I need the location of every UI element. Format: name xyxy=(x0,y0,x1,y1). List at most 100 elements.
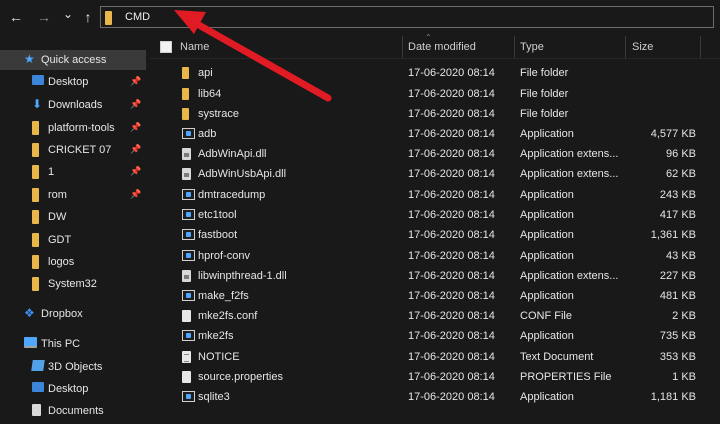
file-date: 17-06-2020 08:14 xyxy=(408,168,495,180)
file-date: 17-06-2020 08:14 xyxy=(408,310,495,322)
column-divider[interactable] xyxy=(625,36,626,58)
folder-icon xyxy=(32,255,39,269)
file-name: lib64 xyxy=(198,88,222,100)
sidebar-item-documents[interactable]: Documents xyxy=(0,401,146,421)
document-icon xyxy=(32,404,41,416)
column-divider[interactable] xyxy=(402,36,403,58)
file-row[interactable]: source.properties 17-06-2020 08:14 PROPE… xyxy=(150,367,720,387)
file-name: libwinpthread-1.dll xyxy=(198,270,287,282)
file-row[interactable]: systrace 17-06-2020 08:14 File folder xyxy=(150,104,720,124)
file-name: AdbWinApi.dll xyxy=(198,148,267,160)
file-date: 17-06-2020 08:14 xyxy=(408,88,495,100)
file-date: 17-06-2020 08:14 xyxy=(408,108,495,120)
sidebar-item-this-pc[interactable]: This PC xyxy=(0,334,146,354)
sidebar-item-desktop[interactable]: Desktop 📌 xyxy=(0,72,146,92)
file-name: etc1tool xyxy=(198,209,237,221)
column-header-date-modified[interactable]: Date modified xyxy=(408,36,476,58)
file-date: 17-06-2020 08:14 xyxy=(408,391,495,403)
file-size: 417 KB xyxy=(659,209,696,221)
folder-icon xyxy=(182,67,189,79)
file-row[interactable]: fastboot 17-06-2020 08:14 Application 1,… xyxy=(150,225,720,245)
desktop-icon xyxy=(32,75,44,85)
forward-arrow-icon[interactable]: → xyxy=(36,9,52,25)
sidebar-item-cricket-07[interactable]: CRICKET 07 📌 xyxy=(0,140,146,160)
file-row[interactable]: AdbWinApi.dll 17-06-2020 08:14 Applicati… xyxy=(150,144,720,164)
file-date: 17-06-2020 08:14 xyxy=(408,67,495,79)
file-row[interactable]: make_f2fs 17-06-2020 08:14 Application 4… xyxy=(150,286,720,306)
file-name: sqlite3 xyxy=(198,391,230,403)
folder-icon xyxy=(32,165,39,179)
file-date: 17-06-2020 08:14 xyxy=(408,250,495,262)
sidebar-item-downloads[interactable]: ⬇ Downloads 📌 xyxy=(0,95,146,115)
file-size: 1 KB xyxy=(672,371,696,383)
folder-icon xyxy=(182,108,189,120)
sidebar-item-dropbox[interactable]: ❖ Dropbox xyxy=(0,304,146,324)
application-icon xyxy=(182,391,195,402)
sidebar-item-logos[interactable]: logos xyxy=(0,252,146,272)
file-name: NOTICE xyxy=(198,351,240,363)
column-divider[interactable] xyxy=(514,36,515,58)
file-size: 43 KB xyxy=(666,250,696,262)
sidebar-item-system32[interactable]: System32 xyxy=(0,274,146,294)
back-arrow-icon[interactable]: ← xyxy=(8,9,24,25)
file-type: Application xyxy=(520,189,574,201)
sidebar-item-desktop-pc[interactable]: Desktop xyxy=(0,379,146,399)
sidebar-item-gdt[interactable]: GDT xyxy=(0,230,146,250)
file-row[interactable]: libwinpthread-1.dll 17-06-2020 08:14 App… xyxy=(150,266,720,286)
file-size: 4,577 KB xyxy=(650,128,696,140)
column-header-type[interactable]: Type xyxy=(520,36,544,58)
file-type: Application xyxy=(520,128,574,140)
sidebar-item-3d-objects[interactable]: 3D Objects xyxy=(0,357,146,377)
file-row[interactable]: mke2fs 17-06-2020 08:14 Application 735 … xyxy=(150,326,720,346)
pin-icon: 📌 xyxy=(130,76,142,86)
address-folder-icon xyxy=(105,11,112,25)
file-type: Application xyxy=(520,209,574,221)
sidebar-item-label: Quick access xyxy=(41,54,107,66)
file-icon xyxy=(182,310,191,322)
sidebar-item-1[interactable]: 1 📌 xyxy=(0,162,146,182)
sidebar-item-platform-tools[interactable]: platform-tools 📌 xyxy=(0,118,146,138)
sidebar-item-label: rom xyxy=(48,189,67,201)
file-date: 17-06-2020 08:14 xyxy=(408,189,495,201)
desktop-icon xyxy=(32,382,44,392)
file-row[interactable]: mke2fs.conf 17-06-2020 08:14 CONF File 2… xyxy=(150,306,720,326)
sidebar-item-dw[interactable]: DW xyxy=(0,207,146,227)
file-name: adb xyxy=(198,128,217,140)
column-header-name[interactable]: Name xyxy=(180,36,209,58)
sidebar-item-label: Downloads xyxy=(48,99,103,111)
sidebar-item-label: 1 xyxy=(48,166,55,178)
sidebar-item-rom[interactable]: rom 📌 xyxy=(0,185,146,205)
file-row[interactable]: etc1tool 17-06-2020 08:14 Application 41… xyxy=(150,205,720,225)
file-row[interactable]: NOTICE 17-06-2020 08:14 Text Document 35… xyxy=(150,347,720,367)
file-row[interactable]: sqlite3 17-06-2020 08:14 Application 1,1… xyxy=(150,387,720,407)
select-all-checkbox[interactable] xyxy=(160,41,172,53)
file-row[interactable]: hprof-conv 17-06-2020 08:14 Application … xyxy=(150,246,720,266)
pin-icon: 📌 xyxy=(130,189,142,199)
address-bar[interactable]: CMD xyxy=(100,6,714,28)
file-row[interactable]: adb 17-06-2020 08:14 Application 4,577 K… xyxy=(150,124,720,144)
up-arrow-icon[interactable]: ↑ xyxy=(80,9,96,25)
sidebar-item-label: DW xyxy=(48,211,67,223)
file-date: 17-06-2020 08:14 xyxy=(408,209,495,221)
file-row[interactable]: lib64 17-06-2020 08:14 File folder xyxy=(150,84,720,104)
file-row[interactable]: api 17-06-2020 08:14 File folder xyxy=(150,63,720,83)
application-icon xyxy=(182,209,195,220)
sidebar-item-quick-access[interactable]: ★ Quick access xyxy=(0,50,146,70)
file-size: 243 KB xyxy=(659,189,696,201)
navigation-pane: ★ Quick access Desktop 📌 ⬇ Downloads 📌 p… xyxy=(0,44,146,424)
file-name: hprof-conv xyxy=(198,250,250,262)
folder-icon xyxy=(32,210,39,224)
file-row[interactable]: dmtracedump 17-06-2020 08:14 Application… xyxy=(150,185,720,205)
file-row[interactable]: AdbWinUsbApi.dll 17-06-2020 08:14 Applic… xyxy=(150,164,720,184)
application-icon xyxy=(182,229,195,240)
file-date: 17-06-2020 08:14 xyxy=(408,330,495,342)
navigation-bar: ← → ⌄ ↑ CMD xyxy=(0,0,720,36)
column-header-size[interactable]: Size xyxy=(632,36,653,58)
recent-locations-chevron-icon[interactable]: ⌄ xyxy=(60,6,76,22)
column-divider[interactable] xyxy=(700,36,701,58)
file-size: 2 KB xyxy=(672,310,696,322)
address-text[interactable]: CMD xyxy=(125,11,150,23)
file-name: dmtracedump xyxy=(198,189,266,201)
file-name: AdbWinUsbApi.dll xyxy=(198,168,287,180)
file-name: fastboot xyxy=(198,229,238,241)
